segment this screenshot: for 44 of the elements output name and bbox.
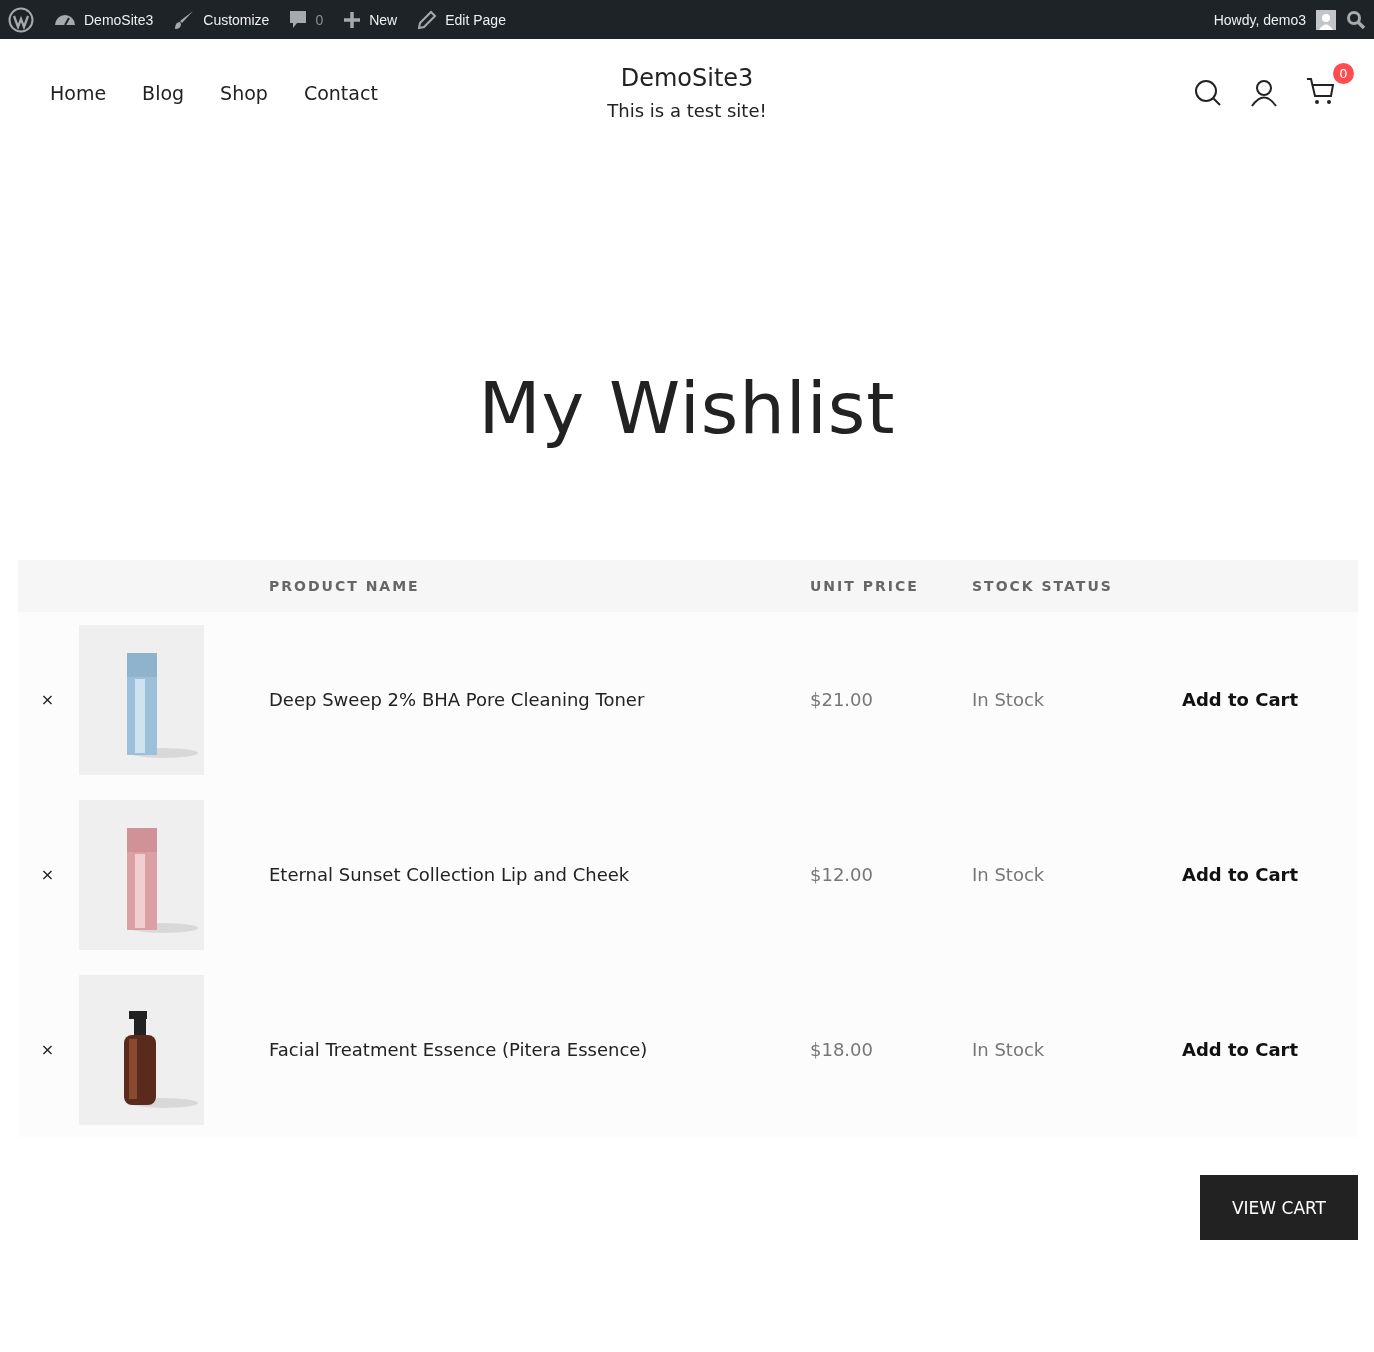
add-to-cart-link[interactable]: Add to Cart: [1182, 864, 1358, 885]
product-name-link[interactable]: Facial Treatment Essence (Pitera Essence): [269, 1039, 810, 1060]
wordpress-logo-icon[interactable]: [8, 6, 34, 33]
product-name-link[interactable]: Eternal Sunset Collection Lip and Cheek: [269, 864, 810, 885]
view-cart-button[interactable]: VIEW CART: [1199, 1175, 1358, 1240]
column-header: UNIT PRICE: [810, 578, 920, 594]
unit-price: $18.00: [810, 1039, 874, 1060]
nav-link[interactable]: Blog: [128, 81, 207, 104]
remove-button[interactable]: ×: [40, 865, 55, 884]
user-icon[interactable]: [1250, 78, 1278, 107]
unit-price: $12.00: [810, 864, 874, 885]
greeting-link[interactable]: Howdy, demo3: [1213, 11, 1306, 28]
cart-count-badge: 0: [1333, 62, 1354, 84]
stock-status: In Stock: [972, 864, 1046, 885]
nav-link[interactable]: Home: [36, 81, 129, 104]
admin-bar-link[interactable]: 0: [315, 11, 324, 28]
brush-icon: [173, 8, 196, 31]
avatar-icon: [1316, 9, 1336, 30]
admin-bar-link[interactable]: DemoSite3: [84, 11, 154, 28]
search-icon[interactable]: [1194, 78, 1222, 107]
add-to-cart-link[interactable]: Add to Cart: [1182, 689, 1358, 710]
search-icon[interactable]: [1346, 9, 1366, 30]
site-tagline: This is a test site!: [607, 100, 767, 121]
admin-bar-link[interactable]: Edit Page: [445, 11, 506, 28]
admin-bar-link[interactable]: Customize: [203, 11, 270, 28]
column-header: STOCK STATUS: [972, 578, 1114, 594]
remove-button[interactable]: ×: [40, 690, 55, 709]
page-title: My Wishlist: [478, 366, 896, 450]
admin-bar-link[interactable]: New: [369, 11, 398, 28]
add-to-cart-link[interactable]: Add to Cart: [1182, 1039, 1358, 1060]
pencil-icon: [417, 9, 438, 30]
nav-link[interactable]: Shop: [206, 81, 290, 104]
unit-price: $21.00: [810, 689, 874, 710]
site-title[interactable]: DemoSite3: [620, 64, 754, 92]
cart-icon[interactable]: [1306, 76, 1336, 105]
product-name-link[interactable]: Deep Sweep 2% BHA Pore Cleaning Toner: [269, 689, 810, 710]
stock-status: In Stock: [972, 689, 1046, 710]
remove-button[interactable]: ×: [40, 1040, 55, 1059]
column-header: PRODUCT NAME: [269, 578, 421, 594]
speech-bubble-icon: [289, 9, 308, 30]
gauge-icon: [54, 13, 76, 26]
stock-status: In Stock: [972, 1039, 1046, 1060]
plus-icon: [343, 10, 362, 29]
nav-link[interactable]: Contact: [289, 81, 400, 104]
